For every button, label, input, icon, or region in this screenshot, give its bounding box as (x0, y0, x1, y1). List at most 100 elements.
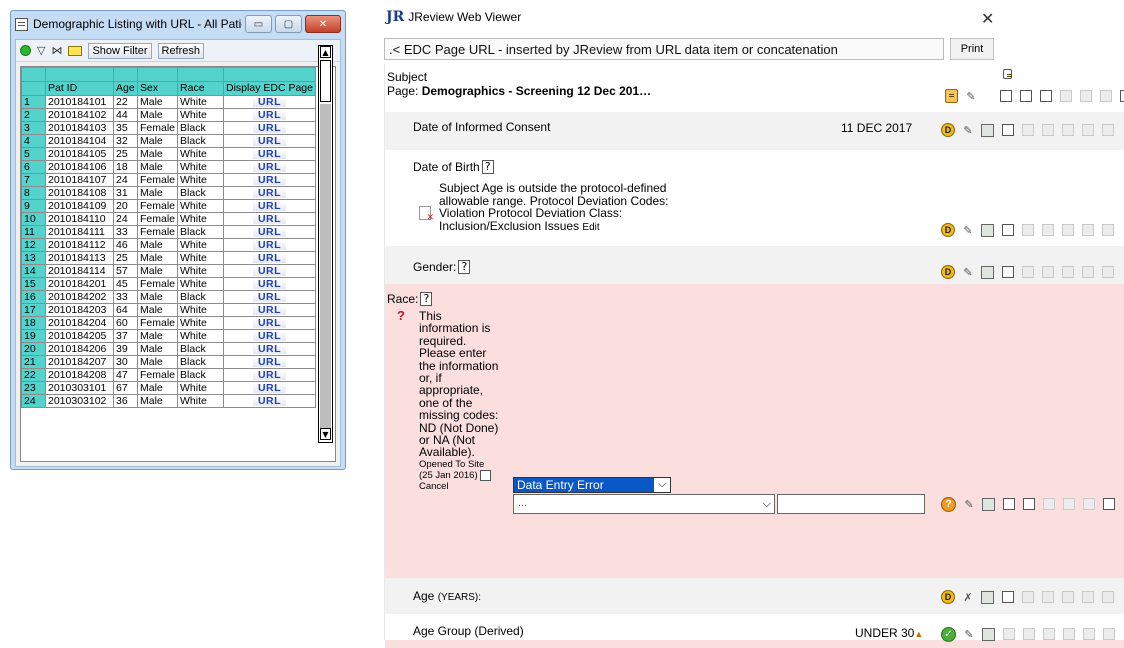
url-link-button[interactable]: URL (252, 213, 287, 224)
table-row[interactable]: 3 2010184103 35 Female Black URL (21, 121, 316, 135)
url-link-button[interactable]: URL (252, 382, 287, 393)
checkbox[interactable] (1023, 628, 1035, 640)
column-header[interactable]: Age (113, 81, 138, 96)
checkbox[interactable] (1082, 266, 1094, 278)
url-link-button[interactable]: URL (252, 304, 287, 315)
scroll-up-icon[interactable]: ▲ (320, 46, 331, 58)
table-row[interactable]: 15 2010184201 45 Female White URL (21, 277, 316, 291)
minimize-button[interactable]: ▭ (245, 15, 272, 33)
checkbox[interactable] (1080, 90, 1092, 102)
no-edit-icon[interactable]: ✗ (963, 591, 973, 604)
checkbox[interactable] (1003, 498, 1015, 510)
checkbox[interactable] (1002, 224, 1014, 236)
table-row[interactable]: 4 2010184104 32 Male Black URL (21, 134, 316, 148)
url-link-button[interactable]: URL (252, 330, 287, 341)
edit-link[interactable]: Edit (582, 222, 599, 233)
edc-url-bar[interactable]: .< EDC Page URL - inserted by JReview fr… (384, 38, 944, 60)
checkbox[interactable] (1022, 591, 1034, 603)
pencil-icon[interactable]: ✎ (966, 90, 976, 103)
page-doc-icon[interactable] (1003, 69, 1012, 79)
note-icon[interactable] (981, 123, 994, 137)
table-row[interactable]: 5 2010184105 25 Male White URL (21, 147, 316, 161)
checkbox[interactable] (1000, 90, 1012, 102)
table-row[interactable]: 2 2010184102 44 Male White URL (21, 108, 316, 122)
checkbox[interactable] (1102, 124, 1114, 136)
url-link-button[interactable]: URL (252, 109, 287, 120)
left-window-titlebar[interactable]: Demographic Listing with URL - All Patie… (11, 11, 345, 37)
pencil-icon[interactable]: ✎ (963, 124, 973, 137)
checkbox[interactable] (1002, 591, 1014, 603)
checkbox[interactable] (1042, 266, 1054, 278)
url-link-button[interactable]: URL (252, 200, 287, 211)
data-d-icon[interactable]: D (941, 123, 955, 137)
table-row[interactable]: 16 2010184202 33 Male Black URL (21, 290, 316, 304)
column-header[interactable]: Race (177, 81, 225, 96)
cancel-link[interactable]: Cancel (419, 481, 499, 492)
table-row[interactable]: 22 2010184208 47 Female Black URL (21, 368, 316, 382)
bowtie-icon[interactable]: ⋈ (51, 44, 62, 57)
url-link-button[interactable]: URL (252, 226, 287, 237)
table-row[interactable]: 1 2010184101 22 Male White URL (21, 95, 316, 109)
viewer-close-icon[interactable]: ✕ (981, 9, 994, 28)
close-button[interactable]: ✕ (305, 15, 341, 33)
page-edit-doc-icon[interactable] (945, 89, 958, 103)
listing-scrollbar[interactable]: ▲ ▼ (318, 45, 333, 443)
checkbox[interactable] (1020, 90, 1032, 102)
maximize-button[interactable]: ▢ (275, 15, 302, 33)
table-row[interactable]: 12 2010184112 46 Male White URL (21, 238, 316, 252)
column-header[interactable]: Sex (136, 81, 179, 96)
note-icon[interactable] (982, 497, 995, 511)
query-reason-select[interactable]: Data Entry Error ⌵ (513, 477, 671, 493)
note-icon[interactable] (981, 223, 994, 237)
column-header[interactable]: Pat ID (45, 81, 114, 96)
checkbox[interactable] (1042, 124, 1054, 136)
checkbox[interactable] (1022, 124, 1034, 136)
checkbox[interactable] (1043, 628, 1055, 640)
url-link-button[interactable]: URL (252, 161, 287, 172)
show-filter-button[interactable]: Show Filter (88, 42, 152, 59)
checkbox[interactable] (1082, 591, 1094, 603)
url-link-button[interactable]: URL (252, 395, 287, 406)
checkbox[interactable] (1082, 124, 1094, 136)
filter-panel-icon[interactable] (68, 45, 83, 56)
refresh-button[interactable]: Refresh (157, 42, 205, 59)
checkbox[interactable] (1083, 498, 1095, 510)
url-link-button[interactable]: URL (252, 317, 287, 328)
table-row[interactable]: 7 2010184107 24 Female White URL (21, 173, 316, 187)
checkbox[interactable] (1100, 90, 1112, 102)
query-checkbox[interactable] (480, 469, 492, 481)
table-row[interactable]: 24 2010303102 36 Male White URL (21, 394, 316, 408)
checkbox[interactable] (1062, 266, 1074, 278)
url-link-button[interactable]: URL (252, 356, 287, 367)
table-row[interactable]: 19 2010184205 37 Male White URL (21, 329, 316, 343)
help-icon[interactable]: ? (420, 292, 433, 306)
url-link-button[interactable]: URL (252, 122, 287, 133)
table-row[interactable]: 17 2010184203 64 Male White URL (21, 303, 316, 317)
pencil-icon[interactable]: ✎ (964, 628, 974, 641)
help-icon[interactable]: ? (481, 160, 494, 174)
checkbox[interactable] (1062, 224, 1074, 236)
pencil-icon[interactable]: ✎ (964, 498, 974, 511)
checkbox[interactable] (1083, 628, 1095, 640)
data-d-icon[interactable]: D (941, 223, 955, 237)
table-row[interactable]: 13 2010184113 25 Male White URL (21, 251, 316, 265)
checkbox[interactable] (1022, 224, 1034, 236)
filter-funnel-icon[interactable]: ▽ (37, 44, 45, 57)
checkbox[interactable] (1063, 498, 1075, 510)
checkbox[interactable] (1002, 266, 1014, 278)
checkbox[interactable] (1120, 90, 1124, 102)
url-link-button[interactable]: URL (252, 187, 287, 198)
table-row[interactable]: 21 2010184207 30 Male Black URL (21, 355, 316, 369)
url-link-button[interactable]: URL (252, 174, 287, 185)
race-value-select[interactable]: ... ⌵ (513, 494, 775, 514)
column-header[interactable]: Display EDC Page (223, 81, 316, 96)
checkbox[interactable] (1103, 628, 1115, 640)
scroll-thumb[interactable] (320, 60, 331, 102)
status-green-icon[interactable] (20, 45, 31, 56)
checkbox[interactable] (1022, 266, 1034, 278)
note-icon[interactable] (981, 590, 994, 604)
check-icon[interactable]: ✓ (941, 626, 956, 642)
note-icon[interactable] (982, 627, 995, 641)
table-row[interactable]: 11 2010184111 33 Female Black URL (21, 225, 316, 239)
url-link-button[interactable]: URL (252, 239, 287, 250)
